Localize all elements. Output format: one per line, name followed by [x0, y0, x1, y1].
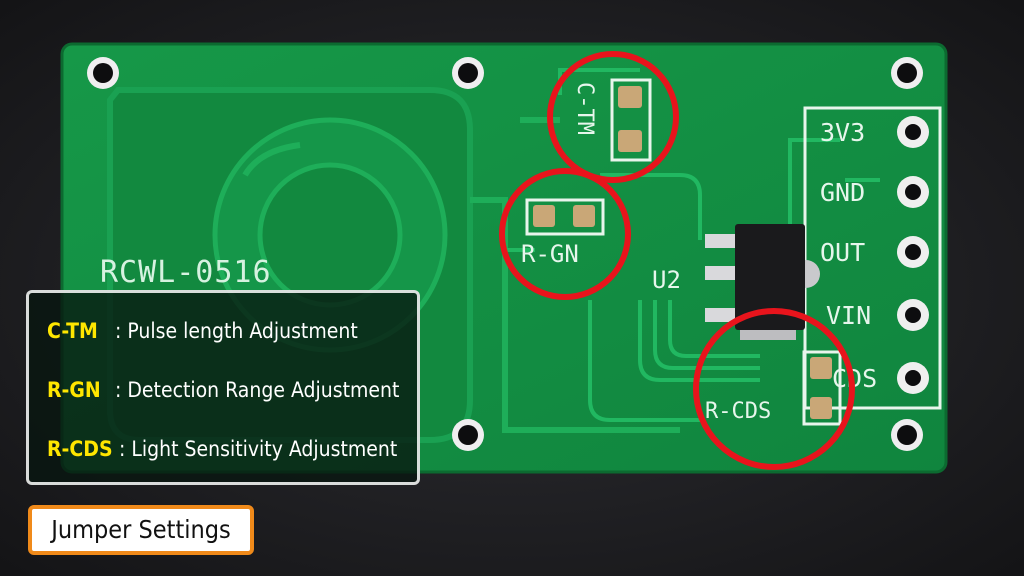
legend-key: R-GN	[47, 378, 101, 402]
legend-key: C-TM	[47, 319, 98, 343]
legend-key: R-CDS	[47, 437, 113, 461]
board-model-label: RCWL-0516	[100, 255, 272, 290]
chip-label: U2	[652, 266, 681, 294]
rcds-silk-label: R-CDS	[705, 399, 771, 424]
pin-label-vin: VIN	[826, 301, 871, 330]
legend-desc: : Detection Range Adjustment	[115, 378, 400, 402]
legend-row-ctm: C-TM : Pulse length Adjustment	[47, 311, 358, 351]
rgn-silk-label: R-GN	[521, 240, 579, 268]
pcb-photo: RCWL-0516 3V3 GND OUT VIN CDS U2 C-TM R-…	[0, 0, 1024, 576]
pin-label-3v3: 3V3	[820, 118, 865, 147]
legend-row-rgn: R-GN : Detection Range Adjustment	[47, 370, 399, 410]
pin-label-gnd: GND	[820, 178, 865, 207]
legend-panel: C-TM : Pulse length Adjustment R-GN : Dete…	[26, 290, 420, 485]
legend-desc: : Pulse length Adjustment	[115, 319, 358, 343]
legend-desc: : Light Sensitivity Adjustment	[119, 437, 398, 461]
legend-row-rcds: R-CDS: Light Sensitivity Adjustment	[47, 429, 397, 469]
ctm-silk-label: C-TM	[572, 82, 597, 135]
title-tag: Jumper Settings	[28, 505, 254, 555]
pin-label-out: OUT	[820, 238, 865, 267]
